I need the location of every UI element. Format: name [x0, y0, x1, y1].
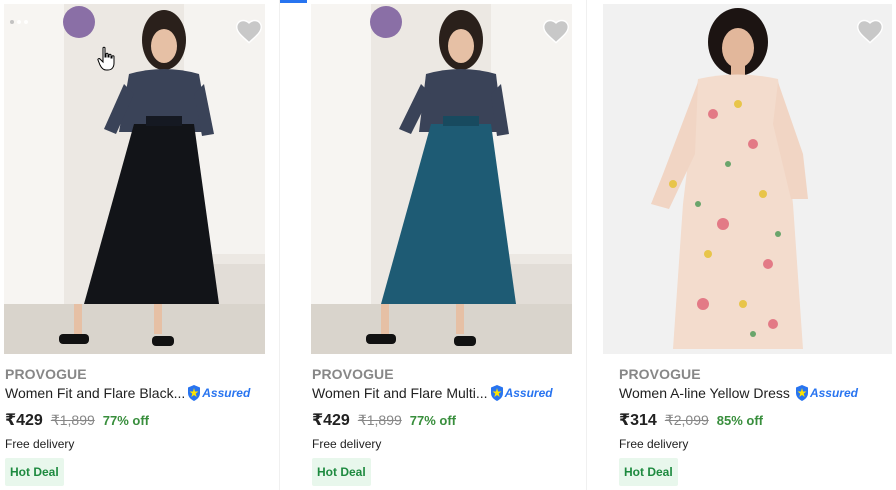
hot-deal-badge: Hot Deal: [619, 458, 678, 486]
card-divider: [279, 0, 280, 490]
original-price: ₹2,099: [664, 412, 709, 428]
product-title[interactable]: Women Fit and Flare Black...: [5, 385, 185, 401]
product-title[interactable]: Women A-line Yellow Dress: [619, 385, 790, 401]
product-image[interactable]: [311, 4, 572, 354]
discount-percent: 85% off: [716, 413, 764, 428]
heart-icon[interactable]: [856, 18, 884, 44]
product-image[interactable]: [603, 4, 892, 354]
product-card[interactable]: PROVOGUE Women Fit and Flare Black... As…: [0, 0, 279, 490]
product-title[interactable]: Women Fit and Flare Multi...: [312, 385, 488, 401]
assured-badge: Assured: [187, 385, 250, 401]
carousel-dot[interactable]: [17, 20, 21, 24]
assured-label: Assured: [202, 386, 251, 400]
delivery-info: Free delivery: [619, 437, 689, 451]
selling-price: ₹429: [312, 412, 350, 429]
hand-pointer-icon: [97, 46, 115, 71]
product-brand: PROVOGUE: [5, 366, 87, 382]
product-image[interactable]: [4, 4, 265, 354]
product-title-row[interactable]: Women A-line Yellow Dress Assured: [619, 385, 858, 401]
selling-price: ₹429: [5, 412, 43, 429]
selling-price: ₹314: [619, 412, 657, 429]
assured-label: Assured: [504, 386, 553, 400]
assured-label: Assured: [809, 386, 858, 400]
discount-percent: 77% off: [102, 413, 150, 428]
price-row: ₹429 ₹1,899 77% off: [312, 410, 456, 430]
product-title-row[interactable]: Women Fit and Flare Multi... Assured: [312, 385, 553, 401]
product-card[interactable]: PROVOGUE Women A-line Yellow Dress Assur…: [600, 0, 896, 490]
original-price: ₹1,899: [50, 412, 95, 428]
card-divider: [586, 0, 587, 490]
product-brand: PROVOGUE: [312, 366, 394, 382]
assured-badge: Assured: [490, 385, 553, 401]
price-row: ₹314 ₹2,099 85% off: [619, 410, 763, 430]
product-card[interactable]: PROVOGUE Women Fit and Flare Multi... As…: [307, 0, 586, 490]
image-carousel-dots[interactable]: [10, 20, 28, 24]
delivery-info: Free delivery: [5, 437, 75, 451]
discount-percent: 77% off: [409, 413, 457, 428]
shield-icon: [188, 385, 201, 401]
carousel-dot[interactable]: [24, 20, 28, 24]
hot-deal-badge: Hot Deal: [312, 458, 371, 486]
product-grid: PROVOGUE Women Fit and Flare Black... As…: [0, 0, 896, 490]
assured-badge: Assured: [795, 385, 858, 401]
price-row: ₹429 ₹1,899 77% off: [5, 410, 149, 430]
shield-icon: [490, 385, 503, 401]
shield-icon: [795, 385, 808, 401]
original-price: ₹1,899: [357, 412, 402, 428]
heart-icon[interactable]: [542, 18, 570, 44]
hot-deal-badge: Hot Deal: [5, 458, 64, 486]
delivery-info: Free delivery: [312, 437, 382, 451]
product-brand: PROVOGUE: [619, 366, 701, 382]
carousel-dot[interactable]: [10, 20, 14, 24]
heart-icon[interactable]: [235, 18, 263, 44]
product-title-row[interactable]: Women Fit and Flare Black... Assured: [5, 385, 250, 401]
